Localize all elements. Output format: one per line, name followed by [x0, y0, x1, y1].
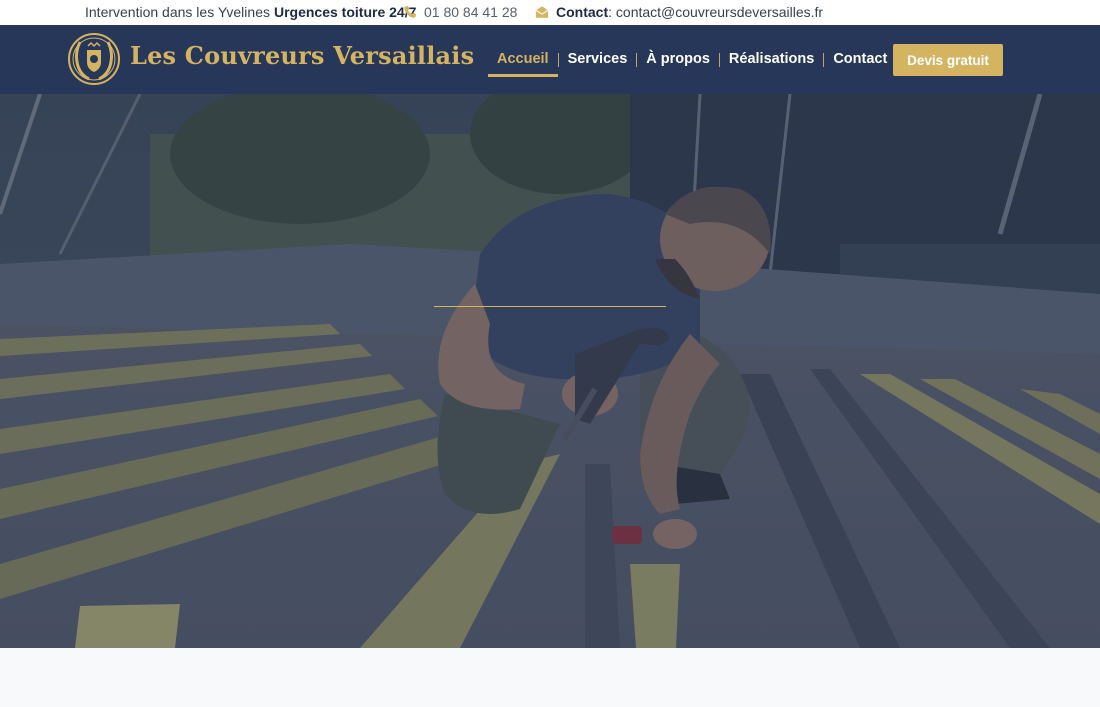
nav-item-a-propos[interactable]: À propos — [637, 43, 719, 74]
hero-roofer-image — [0, 94, 1100, 648]
email-link[interactable]: Contact : contact@couvreursdeversailles.… — [535, 4, 823, 20]
urgent-text: Urgences toiture 24/7 — [273, 4, 417, 20]
below-hero-section — [0, 648, 1100, 707]
top-info-bar: Intervention dans les Yvelines Urgences … — [0, 0, 1100, 25]
crest-logo-icon[interactable] — [67, 32, 121, 86]
nav-item-accueil[interactable]: Accueil — [488, 43, 558, 77]
phone-number: 01 80 84 41 28 — [424, 4, 518, 20]
nav-item-contact[interactable]: Contact — [824, 43, 896, 74]
phone-icon — [404, 6, 416, 18]
hero-divider-line — [434, 306, 666, 307]
nav-item-realisations[interactable]: Réalisations — [720, 43, 823, 74]
contact-label: Contact — [556, 4, 609, 20]
free-quote-button[interactable]: Devis gratuit — [893, 44, 1003, 76]
phone-link[interactable]: 01 80 84 41 28 — [403, 4, 517, 20]
main-nav: Accueil Services À propos Réalisations C… — [488, 43, 896, 79]
contact-email: : contact@couvreursdeversailles.fr — [608, 4, 824, 20]
brand-name[interactable]: Les Couvreurs Versaillais — [130, 41, 474, 70]
intervention-text: Intervention dans les Yvelines — [85, 4, 270, 20]
main-header: Les Couvreurs Versaillais Accueil Servic… — [0, 25, 1100, 94]
hero-banner — [0, 94, 1100, 648]
nav-item-services[interactable]: Services — [559, 43, 637, 74]
service-area-info: Intervention dans les Yvelines Urgences … — [85, 4, 416, 20]
envelope-icon — [535, 6, 549, 18]
